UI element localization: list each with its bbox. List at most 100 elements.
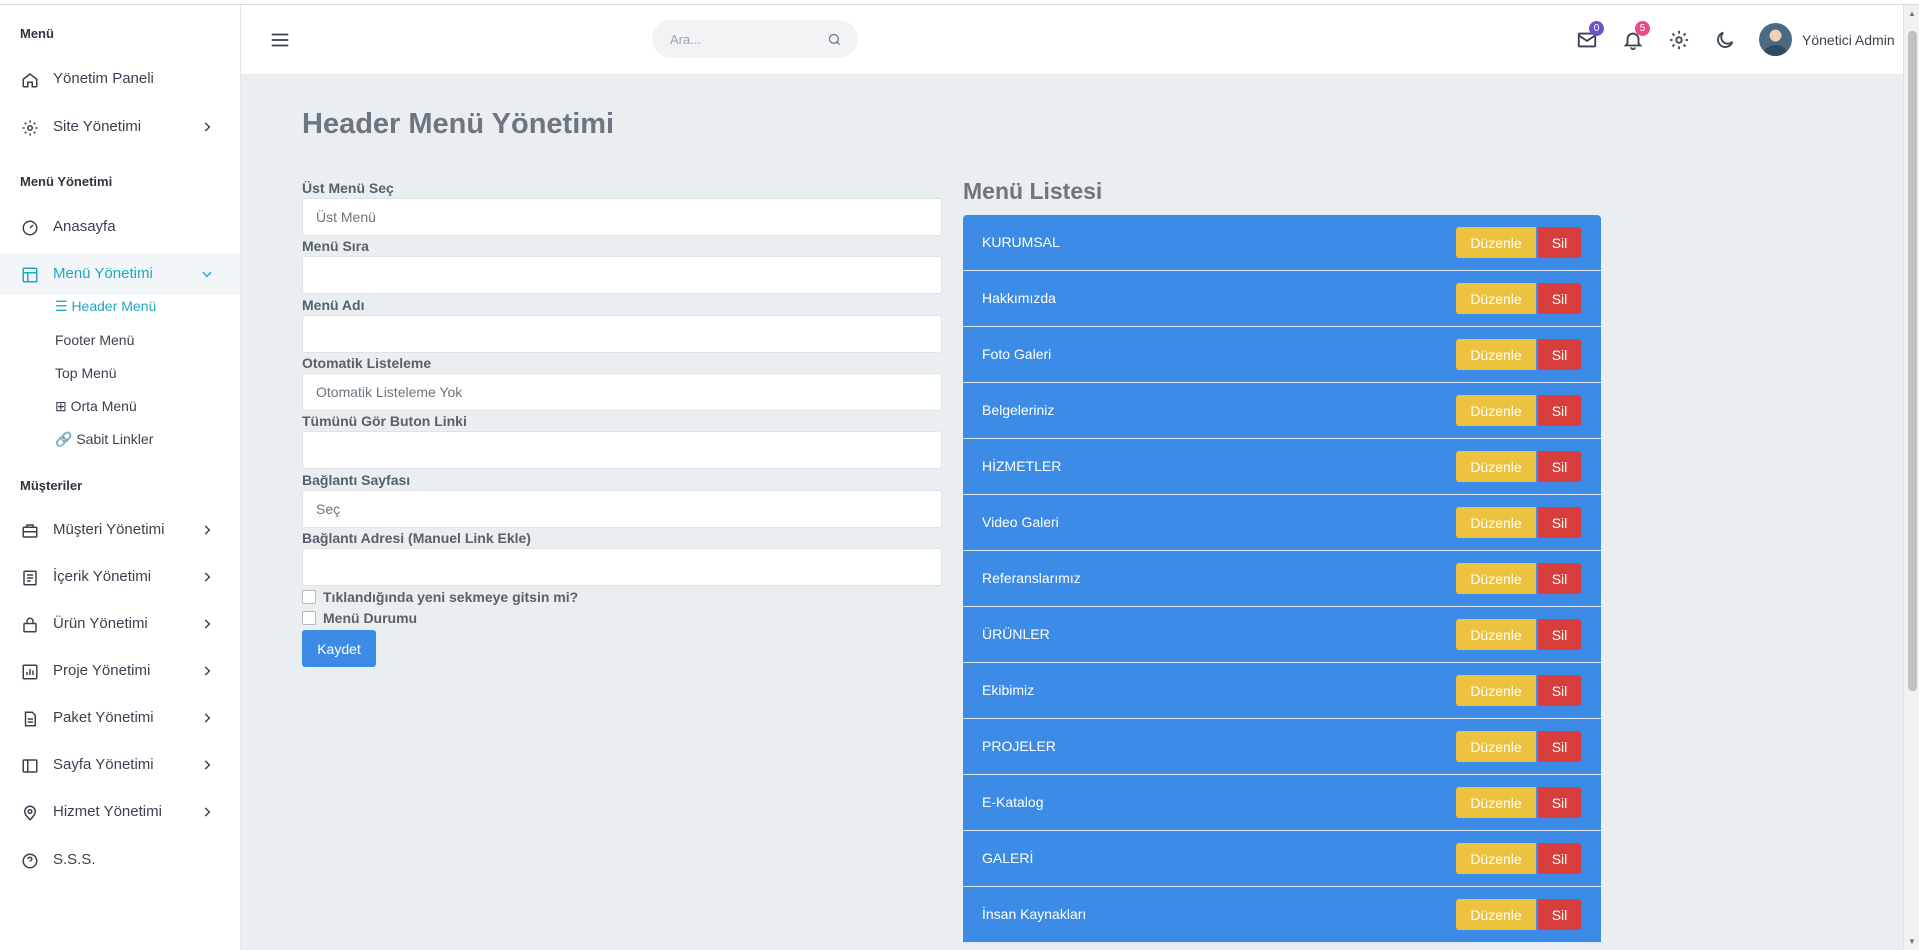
sidebar-item-site-management[interactable]: Site Yönetimi [0,106,240,148]
page-title: Header Menü Yönetimi [302,108,615,140]
link-page-select[interactable]: Seç [302,490,942,528]
sidebar-item-project-management[interactable]: Proje Yönetimi [0,650,240,692]
edit-button[interactable]: Düzenle [1456,787,1536,818]
sidebar-item-package-management[interactable]: Paket Yönetimi [0,697,240,739]
parent-menu-select[interactable]: Üst Menü [302,198,942,236]
search-icon[interactable] [827,32,842,47]
sidebar-sub-header-menu[interactable]: ☰ Header Menü [55,298,156,315]
menu-list-row: GALERİ Düzenle Sil [963,831,1601,887]
delete-button[interactable]: Sil [1538,227,1581,258]
menu-list-row: Hakkımızda Düzenle Sil [963,271,1601,327]
chevron-right-icon [204,572,211,582]
menu-name-input[interactable] [302,315,942,353]
chevron-down-icon [202,271,212,278]
sidebar-item-label: Hizmet Yönetimi [53,803,162,820]
delete-button[interactable]: Sil [1538,507,1581,538]
sidebar-item-label: Müşteri Yönetimi [53,521,165,538]
edit-button[interactable]: Düzenle [1456,899,1536,930]
sidebar-item-page-management[interactable]: Sayfa Yönetimi [0,744,240,786]
dark-mode-toggle[interactable] [1714,29,1736,51]
delete-button[interactable]: Sil [1538,395,1581,426]
menu-list-row: Video Galeri Düzenle Sil [963,495,1601,551]
menu-item-name: Video Galeri [982,514,1059,530]
delete-button[interactable]: Sil [1538,339,1581,370]
chevron-right-icon [204,713,211,723]
scrollbar-thumb[interactable] [1908,31,1917,691]
auto-list-label: Otomatik Listeleme [302,355,432,371]
edit-button[interactable]: Düzenle [1456,339,1536,370]
menu-order-input[interactable] [302,256,942,294]
edit-button[interactable]: Düzenle [1456,227,1536,258]
sidebar-section-customers: Müşteriler [20,478,83,493]
delete-button[interactable]: Sil [1538,731,1581,762]
edit-button[interactable]: Düzenle [1456,563,1536,594]
auto-list-select[interactable]: Otomatik Listeleme Yok [302,373,942,411]
sidebar-section-menu: Menü [20,26,54,41]
settings-button[interactable] [1668,29,1690,51]
mail-count-badge: 0 [1589,21,1604,36]
chevron-right-icon [204,525,211,535]
menu-list-row: E-Katalog Düzenle Sil [963,775,1601,831]
delete-button[interactable]: Sil [1538,843,1581,874]
sidebar-item-dashboard[interactable]: Yönetim Paneli [0,58,240,100]
edit-button[interactable]: Düzenle [1456,731,1536,762]
sidebar-item-homepage[interactable]: Anasayfa [0,206,240,248]
search-input[interactable] [670,20,820,58]
sidebar-item-product-management[interactable]: Ürün Yönetimi [0,603,240,645]
user-name[interactable]: Yönetici Admin [1802,32,1895,48]
sidebar-item-label: Site Yönetimi [53,118,142,135]
chevron-right-icon [204,807,211,817]
sidebar-sub-top-menu[interactable]: Top Menü [55,365,116,381]
avatar[interactable] [1759,23,1792,56]
edit-button[interactable]: Düzenle [1456,283,1536,314]
parent-menu-label: Üst Menü Seç [302,180,394,196]
menu-item-name: PROJELER [982,738,1056,754]
menu-item-name: Referanslarımız [982,570,1081,586]
delete-button[interactable]: Sil [1538,283,1581,314]
menu-status-option: Menü Durumu [302,610,417,626]
delete-button[interactable]: Sil [1538,451,1581,482]
sidebar-item-label: Yönetim Paneli [53,70,154,87]
chevron-right-icon [204,666,211,676]
sidebar-item-faq[interactable]: S.S.S. [0,839,240,881]
delete-button[interactable]: Sil [1538,563,1581,594]
edit-button[interactable]: Düzenle [1456,395,1536,426]
scroll-up-arrow[interactable]: ▲ [1908,9,1916,18]
see-all-link-input[interactable] [302,431,942,469]
menu-item-name: Ekibimiz [982,682,1035,698]
notifications-button[interactable]: 5 [1622,21,1650,51]
edit-button[interactable]: Düzenle [1456,675,1536,706]
delete-button[interactable]: Sil [1538,899,1581,930]
edit-button[interactable]: Düzenle [1456,507,1536,538]
menu-status-checkbox[interactable] [302,611,316,625]
delete-button[interactable]: Sil [1538,619,1581,650]
sidebar-item-label: S.S.S. [53,851,96,868]
edit-button[interactable]: Düzenle [1456,619,1536,650]
sidebar-item-customer-management[interactable]: Müşteri Yönetimi [0,509,240,551]
link-page-label: Bağlantı Sayfası [302,472,411,488]
menu-item-name: HİZMETLER [982,458,1062,474]
see-all-link-label: Tümünü Gör Buton Linki [302,413,467,429]
menu-list-row: Referanslarımız Düzenle Sil [963,551,1601,607]
save-button[interactable]: Kaydet [302,630,376,667]
menu-item-name: İnsan Kaynakları [982,906,1087,922]
sidebar-item-service-management[interactable]: Hizmet Yönetimi [0,791,240,833]
sidebar-sub-footer-menu[interactable]: Footer Menü [55,332,134,348]
delete-button[interactable]: Sil [1538,675,1581,706]
new-tab-checkbox[interactable] [302,590,316,604]
page-scrollbar[interactable]: ▲ ▼ [1903,5,1919,950]
link-address-input[interactable] [302,548,942,586]
sidebar-item-content-management[interactable]: İçerik Yönetimi [0,556,240,598]
scroll-down-arrow[interactable]: ▼ [1908,937,1916,946]
sidebar-sub-fixed-links[interactable]: 🔗 Sabit Linkler [55,431,153,448]
sidebar-item-menu-management[interactable]: Menü Yönetimi [0,253,240,295]
delete-button[interactable]: Sil [1538,787,1581,818]
edit-button[interactable]: Düzenle [1456,451,1536,482]
question-icon [22,853,38,869]
hamburger-menu-icon[interactable] [269,29,291,51]
sidebar-sub-middle-menu[interactable]: ⊞ Orta Menü [55,398,137,415]
location-icon [23,805,37,821]
edit-button[interactable]: Düzenle [1456,843,1536,874]
mail-button[interactable]: 0 [1576,21,1604,51]
search-box [652,20,858,58]
